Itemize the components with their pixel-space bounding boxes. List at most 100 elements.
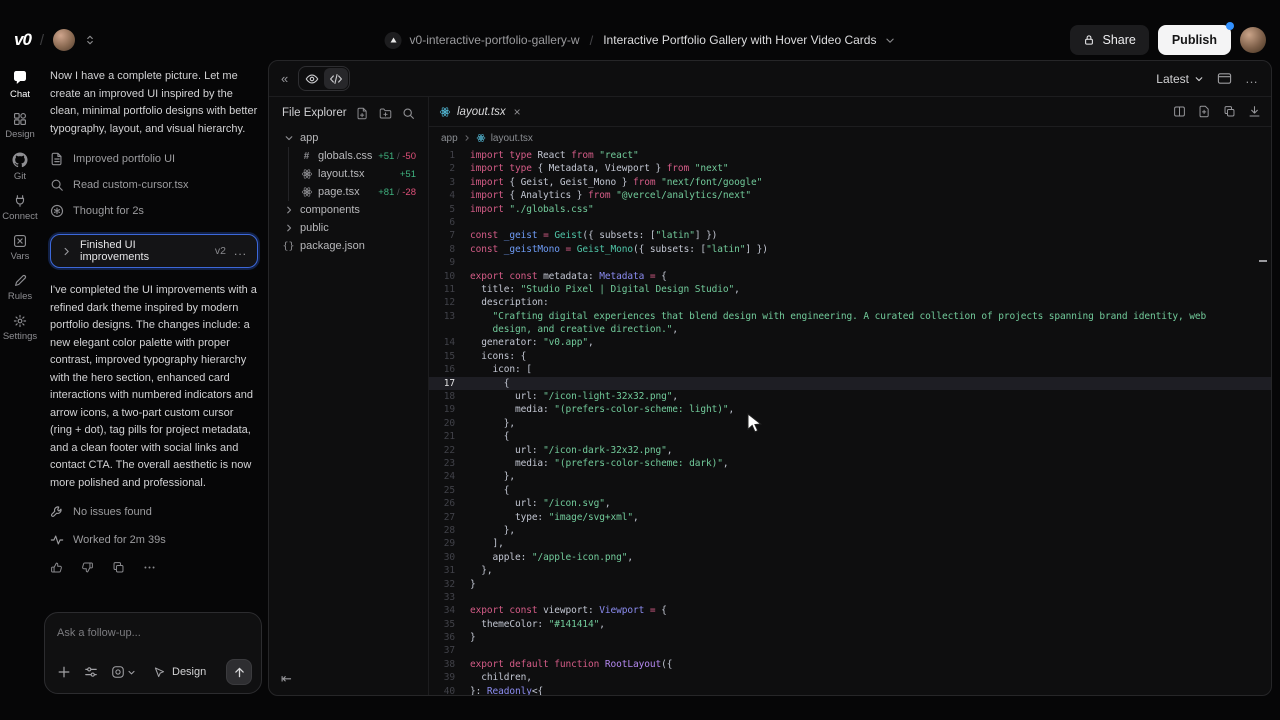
code-line[interactable]: 40}: Readonly<{: [429, 685, 1271, 696]
code-line[interactable]: 14 generator: "v0.app",: [429, 336, 1271, 349]
code-line[interactable]: 39 children,: [429, 671, 1271, 684]
share-button[interactable]: Share: [1070, 25, 1148, 55]
code-line[interactable]: 29 ],: [429, 537, 1271, 550]
preview-eye-icon[interactable]: [300, 68, 324, 89]
sidebar-item-chat[interactable]: Chat: [10, 70, 30, 100]
send-button[interactable]: [226, 659, 252, 685]
thumbs-up-icon[interactable]: [50, 561, 63, 574]
sidebar-item-git[interactable]: Git: [12, 152, 28, 182]
code-line[interactable]: 23 media: "(prefers-color-scheme: dark)"…: [429, 457, 1271, 470]
code-line[interactable]: 5import "./globals.css": [429, 203, 1271, 216]
code-line[interactable]: 32}: [429, 578, 1271, 591]
code-line[interactable]: design, and creative direction.",: [429, 323, 1271, 336]
code-line[interactable]: 17 {: [429, 377, 1271, 390]
tree-item-public[interactable]: public: [269, 219, 428, 237]
plus-icon[interactable]: [57, 665, 71, 679]
tree-item-app[interactable]: app: [269, 129, 428, 147]
code-line[interactable]: 13 "Crafting digital experiences that bl…: [429, 310, 1271, 323]
code-line[interactable]: 19 media: "(prefers-color-scheme: light)…: [429, 403, 1271, 416]
code-line[interactable]: 20 },: [429, 417, 1271, 430]
version-selector[interactable]: Latest: [1156, 72, 1204, 86]
chat-status-item[interactable]: Worked for 2m 39s: [50, 526, 258, 554]
code-line[interactable]: 9: [429, 256, 1271, 269]
sliders-icon[interactable]: [84, 665, 98, 679]
code-line[interactable]: 27 type: "image/svg+xml",: [429, 511, 1271, 524]
v0-logo[interactable]: v0: [14, 30, 31, 50]
tree-item-components[interactable]: components: [269, 201, 428, 219]
code-line[interactable]: 24 },: [429, 470, 1271, 483]
code-line[interactable]: 4import { Analytics } from "@vercel/anal…: [429, 189, 1271, 202]
more-icon[interactable]: ...: [234, 244, 247, 258]
code-line[interactable]: 10export const metadata: Metadata = {: [429, 270, 1271, 283]
tree-item-package.json[interactable]: {}package.json: [269, 237, 428, 255]
code-line[interactable]: 15 icons: {: [429, 350, 1271, 363]
code-line[interactable]: 22 url: "/icon-dark-32x32.png",: [429, 444, 1271, 457]
more-icon[interactable]: [143, 561, 156, 574]
composer[interactable]: Design: [44, 612, 262, 694]
code-line[interactable]: 16 icon: [: [429, 363, 1271, 376]
breadcrumb-project[interactable]: v0-interactive-portfolio-gallery-w: [410, 33, 580, 47]
sidebar-item-design[interactable]: Design: [5, 112, 35, 140]
sidebar-item-settings[interactable]: Settings: [3, 314, 37, 342]
code-line[interactable]: 18 url: "/icon-light-32x32.png",: [429, 390, 1271, 403]
tree-item-layout.tsx[interactable]: layout.tsx+51: [269, 165, 428, 183]
code-view-icon[interactable]: [324, 68, 348, 89]
code-line[interactable]: 37: [429, 644, 1271, 657]
code-line[interactable]: 11 title: "Studio Pixel | Digital Design…: [429, 283, 1271, 296]
browser-window-icon[interactable]: [1217, 71, 1232, 86]
file-diff-icon[interactable]: [1198, 105, 1211, 118]
code-line[interactable]: 21 {: [429, 430, 1271, 443]
new-folder-icon[interactable]: [379, 107, 392, 120]
vercel-triangle-icon[interactable]: [385, 32, 402, 49]
tree-item-globals.css[interactable]: #globals.css+51 / -50: [269, 147, 428, 165]
sidebar-item-vars[interactable]: Vars: [11, 234, 30, 262]
code-line[interactable]: 12 description:: [429, 296, 1271, 309]
publish-button[interactable]: Publish: [1158, 25, 1231, 55]
copy-icon[interactable]: [112, 561, 125, 574]
new-file-icon[interactable]: [356, 107, 369, 120]
breadcrumb-chat-title[interactable]: Interactive Portfolio Gallery with Hover…: [603, 33, 876, 47]
code-line[interactable]: 28 },: [429, 524, 1271, 537]
thumbs-down-icon[interactable]: [81, 561, 94, 574]
follow-up-input[interactable]: [57, 627, 249, 639]
image-mode-dropdown[interactable]: [111, 665, 136, 679]
code-line[interactable]: 3import { Geist, Geist_Mono } from "next…: [429, 176, 1271, 189]
breadcrumb-folder[interactable]: app: [441, 133, 458, 144]
code-line[interactable]: 26 url: "/icon.svg",: [429, 497, 1271, 510]
code-line[interactable]: 34export const viewport: Viewport = {: [429, 604, 1271, 617]
user-avatar[interactable]: [1240, 27, 1266, 53]
code-line[interactable]: 38export default function RootLayout({: [429, 658, 1271, 671]
code-line[interactable]: 25 {: [429, 484, 1271, 497]
code-line[interactable]: 30 apple: "/apple-icon.png",: [429, 551, 1271, 564]
code-line[interactable]: 31 },: [429, 564, 1271, 577]
code-line[interactable]: 1import type React from "react": [429, 149, 1271, 162]
code-line[interactable]: 6: [429, 216, 1271, 229]
close-tab-icon[interactable]: ×: [514, 105, 521, 119]
design-mode-button[interactable]: Design: [153, 666, 206, 679]
chat-status-item[interactable]: No issues found: [50, 498, 258, 526]
tree-item-page.tsx[interactable]: page.tsx+81 / -28: [269, 183, 428, 201]
sidebar-item-connect[interactable]: Connect: [2, 194, 37, 222]
code-line[interactable]: 36}: [429, 631, 1271, 644]
chevron-down-icon[interactable]: [884, 35, 895, 46]
task-card-finished-ui-improvements[interactable]: Finished UI improvements v2 ...: [50, 234, 258, 268]
search-icon[interactable]: [402, 107, 415, 120]
code-line[interactable]: 8const _geistMono = Geist_Mono({ subsets…: [429, 243, 1271, 256]
workspace-avatar[interactable]: [53, 29, 75, 51]
code-line[interactable]: 7const _geist = Geist({ subsets: ["latin…: [429, 229, 1271, 242]
split-view-icon[interactable]: [1173, 105, 1186, 118]
chat-step-item[interactable]: Improved portfolio UI: [50, 146, 258, 172]
download-icon[interactable]: [1248, 105, 1261, 118]
chat-step-item[interactable]: Read custom-cursor.tsx: [50, 172, 258, 198]
copy-icon[interactable]: [1223, 105, 1236, 118]
breadcrumb-file[interactable]: layout.tsx: [491, 133, 533, 144]
sidebar-item-rules[interactable]: Rules: [8, 274, 32, 302]
more-icon[interactable]: …: [1245, 71, 1259, 86]
code-line[interactable]: 35 themeColor: "#141414",: [429, 618, 1271, 631]
code-line[interactable]: 2import type { Metadata, Viewport } from…: [429, 162, 1271, 175]
tab-layout-tsx[interactable]: layout.tsx ×: [439, 105, 521, 119]
code-line[interactable]: 33: [429, 591, 1271, 604]
collapse-panel-icon[interactable]: «: [281, 71, 288, 86]
chevrons-up-down-icon[interactable]: [84, 34, 96, 46]
dock-left-icon[interactable]: ⇤: [281, 671, 292, 687]
